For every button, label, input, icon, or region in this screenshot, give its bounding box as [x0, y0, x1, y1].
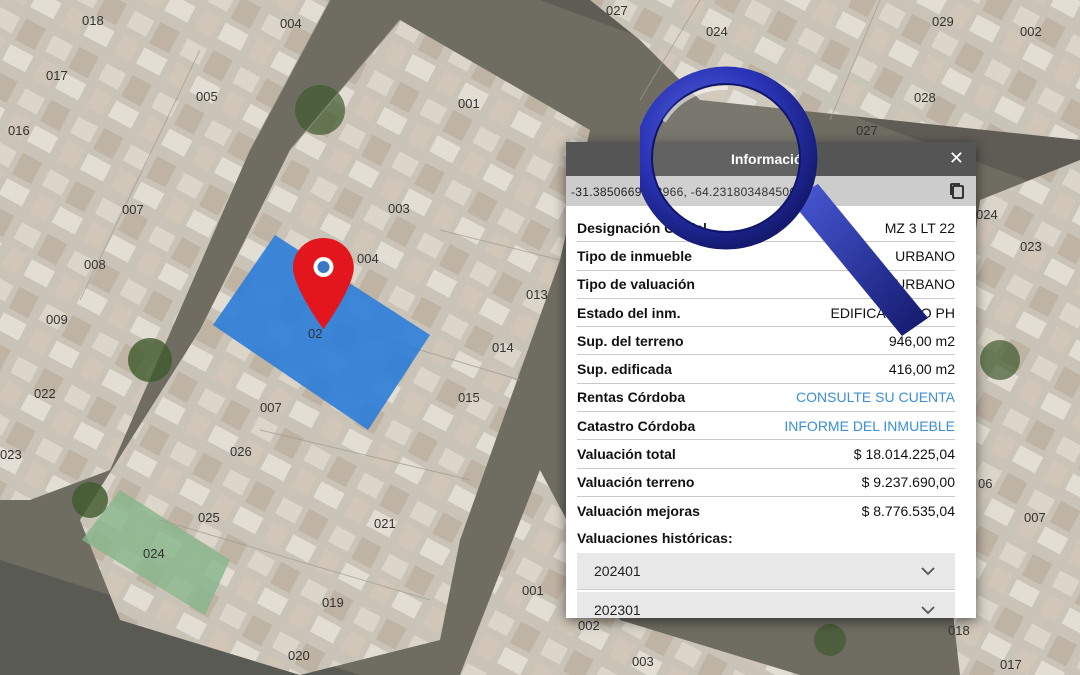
- selected-lot-label: 02: [308, 326, 322, 341]
- historic-item-202401[interactable]: 202401: [577, 553, 955, 591]
- historic-item-label: 202401: [594, 563, 641, 580]
- lot-label: 018: [82, 13, 104, 28]
- lot-label: 06: [978, 476, 992, 491]
- lot-label: 004: [280, 16, 302, 31]
- lot-label: 001: [458, 96, 480, 111]
- info-row: Estado del inm. EDIFICADO NO PH: [577, 299, 955, 328]
- lot-label: 023: [0, 447, 22, 462]
- lot-label: 017: [1000, 657, 1022, 672]
- row-label: Valuación total: [577, 446, 676, 463]
- info-rows: Designación Oficial MZ 3 LT 22 Tipo de in…: [566, 206, 976, 618]
- info-row: Catastro Córdoba INFORME DEL INMUEBLE: [577, 412, 955, 441]
- lot-label: 007: [1024, 510, 1046, 525]
- panel-header: Información ✕: [566, 142, 976, 176]
- lot-label: 025: [198, 510, 220, 525]
- row-label: Estado del inm.: [577, 304, 681, 321]
- historic-valuations-title: Valuaciones históricas:: [577, 529, 733, 546]
- close-icon[interactable]: ✕: [949, 148, 964, 169]
- info-row: Valuación terreno $ 9.237.690,00: [577, 469, 955, 497]
- row-label: Tipo de valuación: [577, 276, 695, 293]
- copy-icon[interactable]: [948, 182, 966, 200]
- lot-label: 017: [46, 68, 68, 83]
- lot-label: 003: [632, 654, 654, 669]
- lot-label: 020: [288, 648, 310, 663]
- info-row: Designación Oficial MZ 3 LT 22: [577, 214, 955, 243]
- row-value: MZ 3 LT 22: [884, 219, 955, 236]
- chevron-down-icon: [921, 567, 935, 576]
- info-row: Sup. edificada 416,00 m2: [577, 355, 955, 384]
- info-panel: Información ✕ -31.3850669463966, -64.231…: [566, 142, 976, 618]
- info-row: Valuación mejoras $ 8.776.535,04: [577, 497, 955, 524]
- row-value: URBANO: [895, 276, 955, 293]
- info-row: Tipo de inmueble URBANO: [577, 242, 955, 271]
- lot-label: 003: [388, 201, 410, 216]
- lot-label: 026: [230, 444, 252, 459]
- lot-label: 019: [322, 595, 344, 610]
- lot-label: 007: [122, 202, 144, 217]
- row-label: Valuación terreno: [577, 474, 695, 491]
- historic-item-label: 202301: [594, 602, 641, 618]
- lot-label: 002: [1020, 24, 1042, 39]
- lot-label: 016: [8, 123, 30, 138]
- lot-label: 008: [84, 257, 106, 272]
- coordinates-text: -31.3850669463966, -64.2318034845004: [571, 185, 804, 199]
- row-value: EDIFICADO NO PH: [830, 304, 955, 321]
- lot-label: 018: [948, 623, 970, 638]
- row-value: 416,00 m2: [888, 361, 955, 378]
- lot-label: 021: [374, 516, 396, 531]
- lot-label: 013: [526, 287, 548, 302]
- row-label: Designación Oficial: [577, 219, 707, 236]
- lot-label: 005: [196, 89, 218, 104]
- lot-label: 022: [34, 386, 56, 401]
- row-label: Catastro Córdoba: [577, 417, 696, 434]
- row-label: Sup. del terreno: [577, 332, 684, 349]
- lot-label: 023: [1020, 239, 1042, 254]
- info-row: Sup. del terreno 946,00 m2: [577, 327, 955, 356]
- lot-label: 001: [522, 583, 544, 598]
- lot-label: 009: [46, 312, 68, 327]
- row-label: Tipo de inmueble: [577, 247, 692, 264]
- lot-label: 027: [856, 123, 878, 138]
- row-label: Valuación mejoras: [577, 502, 700, 519]
- row-label: Rentas Córdoba: [577, 389, 686, 406]
- lot-label: 014: [492, 340, 514, 355]
- row-value: $ 8.776.535,04: [861, 502, 955, 519]
- row-value: $ 18.014.225,04: [853, 446, 955, 463]
- lot-label: 007: [260, 400, 282, 415]
- chevron-down-icon: [921, 606, 935, 615]
- catastro-link[interactable]: INFORME DEL INMUEBLE: [784, 418, 955, 434]
- lot-label: 004: [357, 251, 379, 266]
- lot-label: 024: [976, 207, 998, 222]
- lot-label: 024: [143, 546, 165, 561]
- lot-label: 028: [914, 90, 936, 105]
- info-row: Rentas Córdoba CONSULTE SU CUENTA: [577, 384, 955, 413]
- info-row: Valuación total $ 18.014.225,04: [577, 440, 955, 469]
- coordinates-bar: -31.3850669463966, -64.2318034845004: [566, 176, 976, 206]
- row-value: $ 9.237.690,00: [861, 474, 955, 491]
- panel-title: Información: [730, 151, 812, 167]
- row-label: Sup. edificada: [577, 361, 672, 378]
- lot-label: 024: [706, 24, 728, 39]
- row-value: URBANO: [895, 247, 955, 264]
- lot-label: 027: [606, 3, 628, 18]
- lot-label: 029: [932, 14, 954, 29]
- info-row: Tipo de valuación URBANO: [577, 271, 955, 299]
- lot-label: 015: [458, 390, 480, 405]
- rentas-link[interactable]: CONSULTE SU CUENTA: [796, 389, 955, 405]
- row-value: 946,00 m2: [888, 332, 955, 349]
- lot-label: 002: [578, 618, 600, 633]
- historic-item-202301[interactable]: 202301: [577, 592, 955, 618]
